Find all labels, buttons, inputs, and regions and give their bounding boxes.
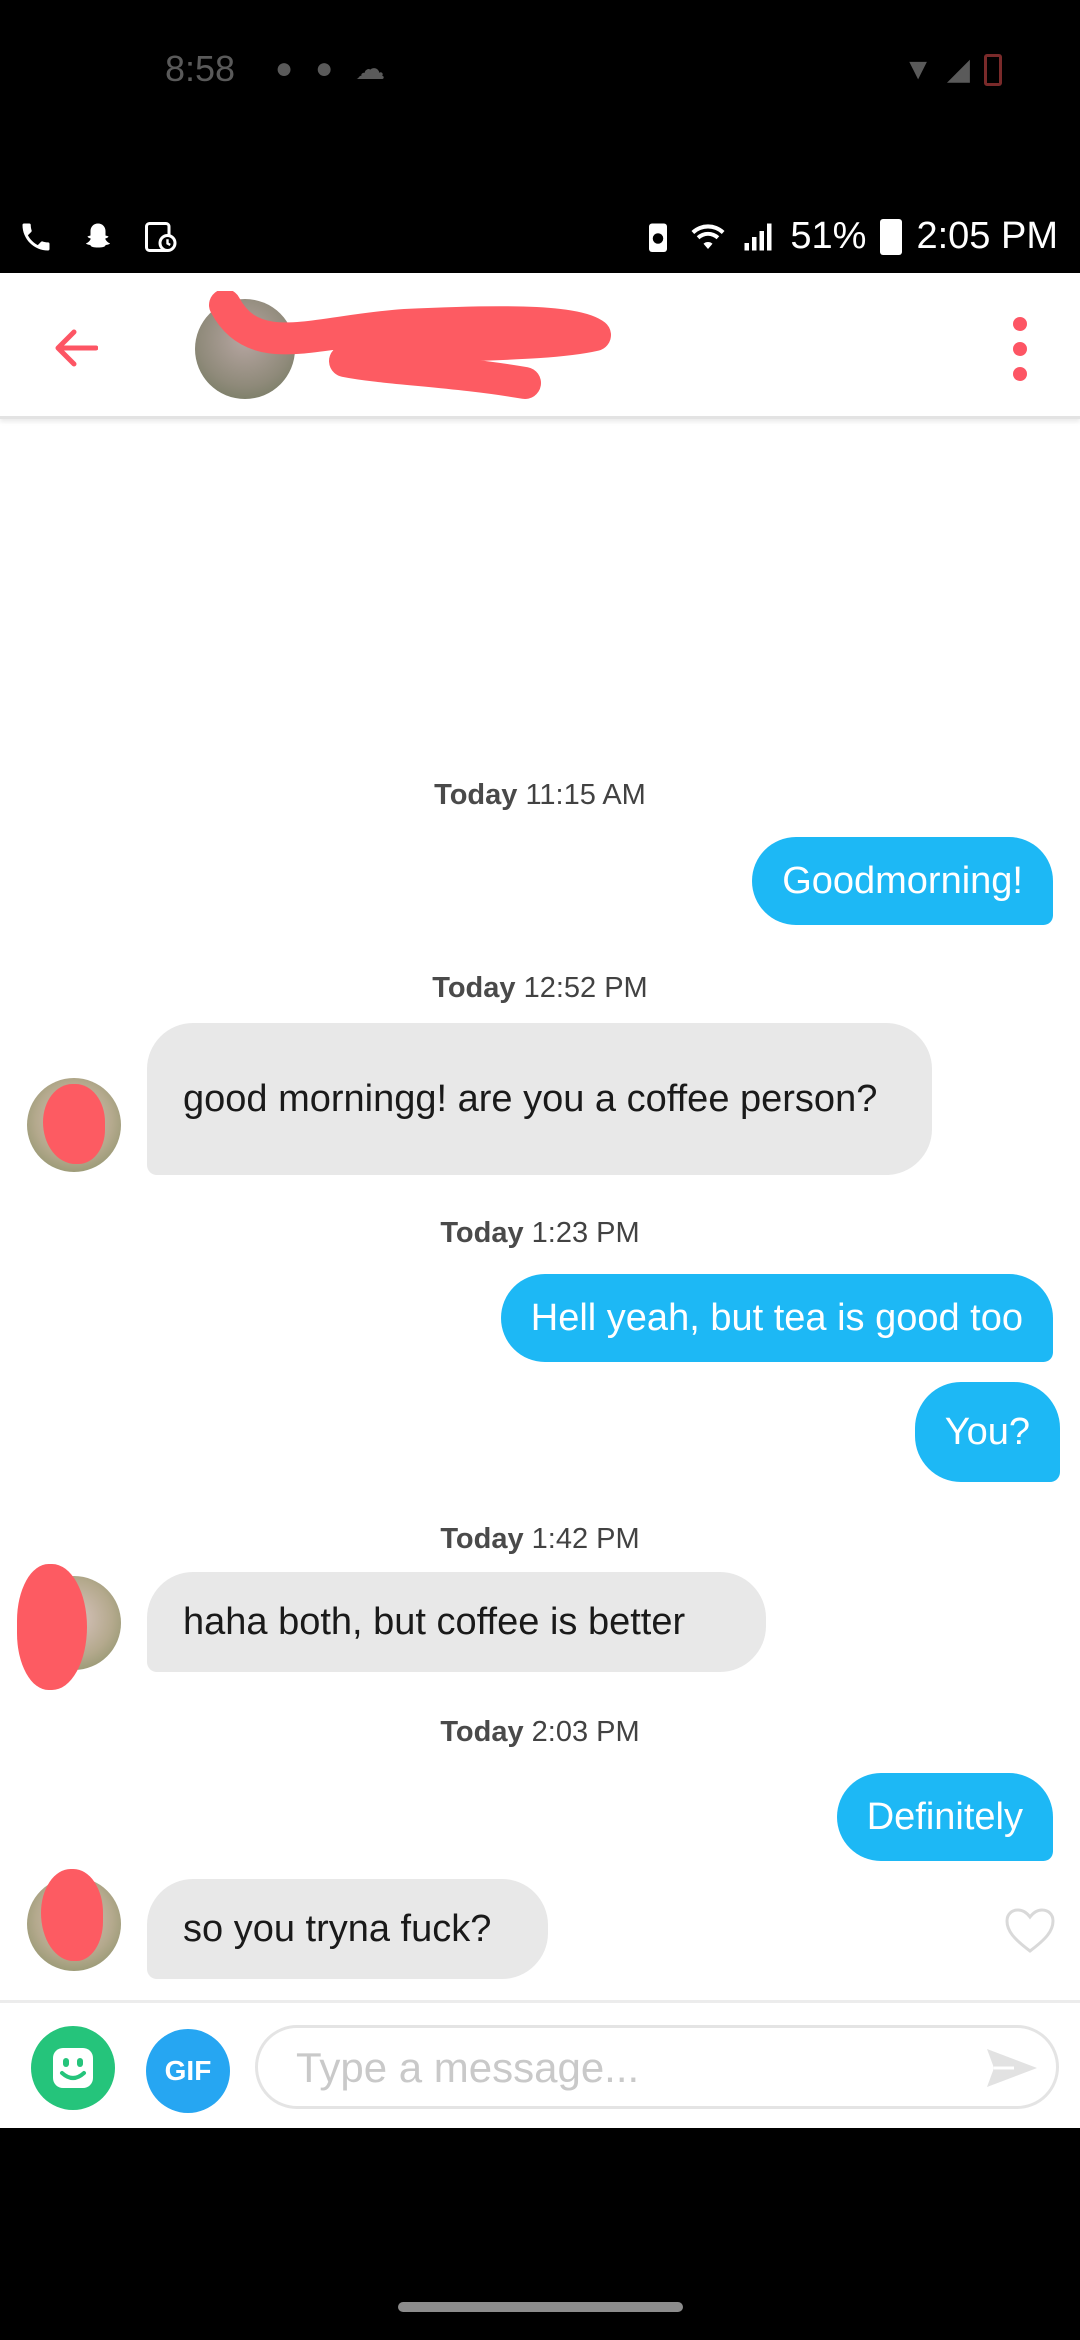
phone-icon — [22, 223, 50, 251]
cloud-icon: ☁ — [355, 53, 386, 86]
battery-icon — [880, 218, 903, 255]
message-list[interactable]: Today 11:15 AM Goodmorning! Today 12:52 … — [0, 419, 1080, 1999]
sender-avatar[interactable] — [27, 1869, 121, 1971]
back-arrow-icon — [55, 329, 98, 367]
message-outgoing[interactable]: You? — [914, 1382, 1060, 1482]
sender-avatar[interactable] — [27, 1078, 121, 1172]
message-composer: GIF — [0, 2000, 1080, 2128]
timestamp: Today 2:03 PM — [440, 1716, 640, 1748]
sticker-face-icon — [53, 2048, 93, 2088]
more-options-button[interactable] — [990, 313, 1050, 385]
dot-icon — [1013, 342, 1027, 356]
wifi-icon — [691, 223, 725, 249]
snapchat-icon: ● — [275, 52, 294, 85]
snapchat-icon — [86, 223, 110, 248]
back-button[interactable] — [40, 313, 110, 383]
dot-icon — [1013, 367, 1027, 381]
home-indicator[interactable] — [398, 2302, 683, 2312]
status-time: 2:05 PM — [916, 215, 1058, 257]
overlay-system-icons: ▼ ◢ — [903, 52, 1002, 87]
sticker-button[interactable] — [31, 2026, 115, 2110]
message-outgoing[interactable]: Definitely — [836, 1773, 1053, 1861]
overlay-status-bar: 8:58 ● ● ☁ ▼ ◢ — [0, 0, 1080, 140]
message-incoming[interactable]: good morningg! are you a coffee person? — [147, 1023, 932, 1175]
status-bar: 51% 2:05 PM — [0, 205, 1080, 273]
battery-percent: 51% — [790, 215, 867, 257]
battery-low-icon — [984, 53, 1002, 86]
sender-avatar[interactable] — [17, 1564, 121, 1690]
message-outgoing[interactable]: Hell yeah, but tea is good too — [500, 1274, 1053, 1362]
timestamp: Today 1:42 PM — [440, 1523, 640, 1555]
send-icon — [987, 2049, 1037, 2087]
signal-icon: ◢ — [946, 53, 970, 86]
overlay-time: 8:58 — [165, 48, 236, 89]
timestamp: Today 12:52 PM — [432, 972, 648, 1004]
app-notification-icon: ● — [315, 52, 334, 85]
signal-icon — [744, 223, 772, 250]
message-outgoing[interactable]: Goodmorning! — [752, 837, 1053, 925]
send-button[interactable] — [982, 2040, 1042, 2096]
message-input-box[interactable] — [255, 2025, 1059, 2109]
overlay-notification-icons: ● ● ☁ — [275, 52, 385, 87]
screen-time-icon — [145, 222, 177, 252]
message-input[interactable] — [296, 2040, 946, 2096]
timestamp: Today 11:15 AM — [434, 779, 646, 811]
message-incoming[interactable]: haha both, but coffee is better — [147, 1572, 766, 1672]
like-heart-icon[interactable] — [1004, 1907, 1056, 1955]
battery-saver-icon — [649, 223, 668, 252]
gif-button[interactable]: GIF — [146, 2029, 230, 2113]
timestamp: Today 1:23 PM — [440, 1217, 640, 1249]
redaction-scribble — [209, 291, 611, 399]
wifi-icon: ▼ — [903, 52, 933, 86]
dot-icon — [1013, 317, 1027, 331]
message-incoming[interactable]: so you tryna fuck? — [147, 1879, 548, 1979]
chat-screen: Today 11:15 AM Goodmorning! Today 12:52 … — [0, 273, 1080, 2128]
chat-header — [0, 273, 1080, 419]
